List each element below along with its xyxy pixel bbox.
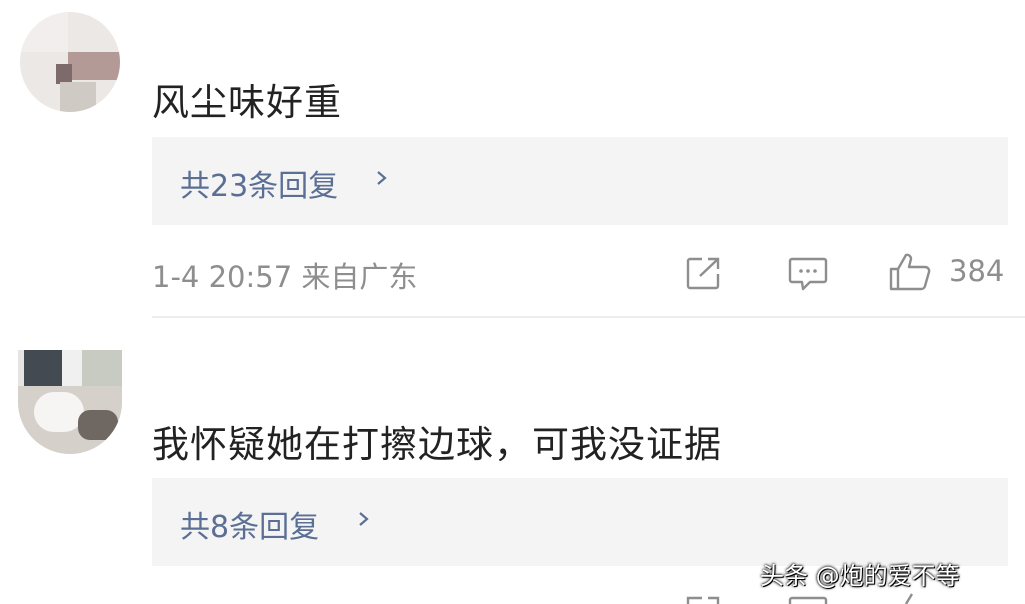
- avatar[interactable]: [20, 12, 120, 112]
- replies-count-label: 共8条回复: [180, 510, 320, 545]
- comment-item: 风尘味好重 共23条回复 1-4 20:57 来自广东 384: [0, 0, 1025, 320]
- thumbs-up-icon[interactable]: [896, 592, 926, 604]
- comment-icon[interactable]: [788, 596, 828, 604]
- like-count: 384: [949, 254, 1005, 288]
- share-icon[interactable]: [686, 256, 722, 290]
- replies-link[interactable]: 共23条回复: [152, 137, 1008, 225]
- share-icon[interactable]: [686, 596, 722, 604]
- chevron-right-icon: [377, 171, 387, 185]
- divider: [152, 316, 1025, 318]
- comment-meta: 1-4 20:57 来自广东 384: [152, 252, 1012, 294]
- replies-link[interactable]: 共8条回复: [152, 478, 1008, 566]
- comment-meta: [152, 592, 1012, 604]
- comment-text: 我怀疑她在打擦边球，可我没证据: [152, 423, 722, 466]
- thumbs-up-icon[interactable]: [888, 252, 932, 292]
- comment-text: 风尘味好重: [152, 81, 342, 124]
- avatar[interactable]: [18, 350, 122, 454]
- watermark: 头条 @炮的爱不等: [760, 562, 960, 590]
- replies-count-label: 共23条回复: [180, 169, 339, 204]
- chevron-right-icon: [359, 512, 369, 526]
- comment-timestamp: 1-4 20:57 来自广东: [152, 260, 418, 294]
- comment-icon[interactable]: [788, 256, 828, 292]
